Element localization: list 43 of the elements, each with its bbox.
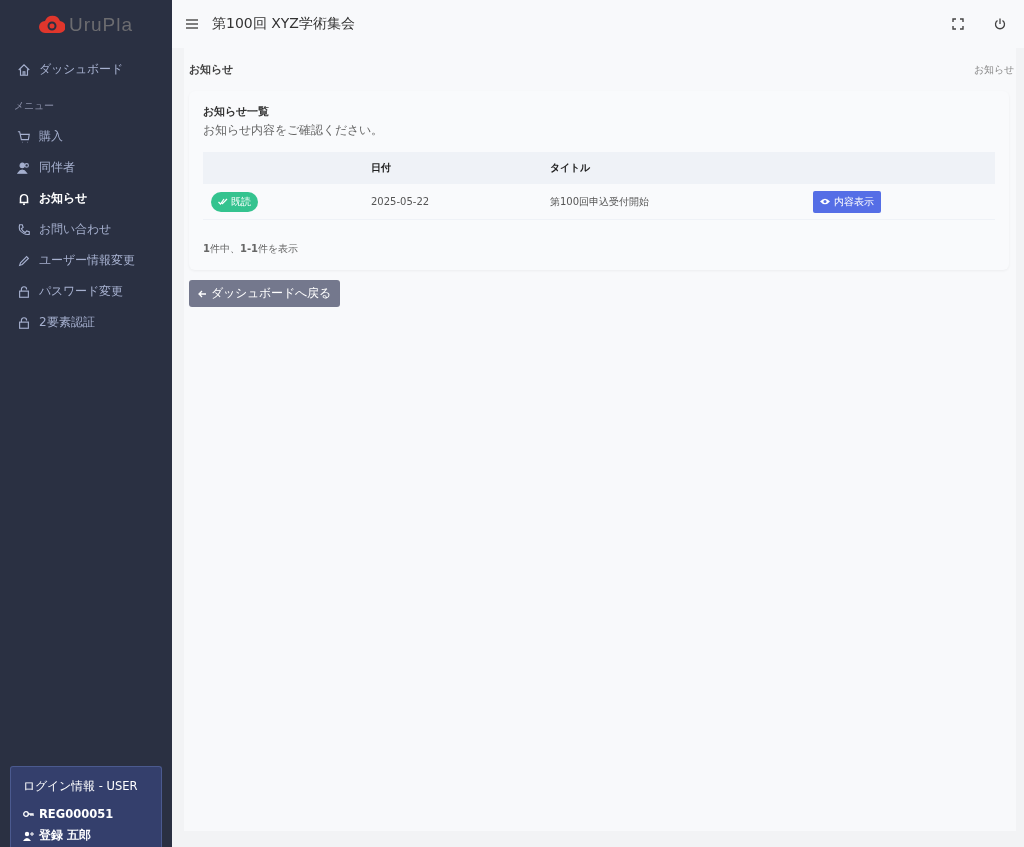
user-icon <box>23 830 34 841</box>
users-icon <box>17 160 31 175</box>
phone-icon <box>17 222 31 237</box>
menu-icon[interactable] <box>186 19 198 29</box>
breadcrumb-link[interactable]: お知らせ <box>974 62 1014 77</box>
page-title: お知らせ <box>189 62 233 77</box>
cart-icon <box>17 129 31 144</box>
eye-icon <box>820 198 830 205</box>
column-header: タイトル <box>550 162 590 173</box>
bell-icon <box>17 191 31 206</box>
view-content-button[interactable]: 内容表示 <box>813 190 881 213</box>
power-icon[interactable] <box>994 18 1006 30</box>
key-icon <box>23 810 34 818</box>
column-header: 日付 <box>371 162 391 173</box>
sidebar-item[interactable]: パスワード変更 <box>0 276 172 307</box>
cloud-logo-icon <box>38 15 65 35</box>
lock-icon <box>17 315 31 330</box>
sidebar-item[interactable]: お知らせ <box>0 183 172 214</box>
sidebar-item[interactable]: 同伴者 <box>0 152 172 183</box>
back-to-dashboard-button[interactable]: ダッシュボードへ戻る <box>189 280 340 307</box>
sidebar-item[interactable]: お問い合わせ <box>0 214 172 245</box>
double-check-icon <box>218 198 228 205</box>
event-title: 第100回 XYZ学術集会 <box>212 15 355 33</box>
menu-section-label: メニュー <box>13 99 55 113</box>
user-name: 登録 五郎 <box>39 828 91 843</box>
card-title: お知らせ一覧 <box>203 105 270 119</box>
fullscreen-icon[interactable] <box>952 18 964 30</box>
status-badge: 既読 <box>211 191 258 212</box>
home-icon <box>17 62 31 77</box>
user-id: REG000051 <box>39 807 114 821</box>
pencil-icon <box>17 253 31 268</box>
card-subtitle: お知らせ内容をご確認ください。 <box>203 123 384 138</box>
sidebar-item[interactable]: ユーザー情報変更 <box>0 245 172 276</box>
arrow-left-icon <box>198 289 206 298</box>
logo-text: UruPla <box>68 14 134 36</box>
login-info-title: ログイン情報 - USER <box>23 779 139 794</box>
sidebar-item[interactable]: ダッシュボード <box>0 54 172 85</box>
sidebar-item[interactable]: 購入 <box>0 121 172 152</box>
sidebar-item[interactable]: 2要素認証 <box>0 307 172 338</box>
table-cell: 第100回申込受付開始 <box>550 195 650 207</box>
lock-icon <box>17 284 31 299</box>
table-cell: 2025-05-22 <box>371 196 430 207</box>
pagination-summary: 1件中、1-1件を表示 <box>203 242 300 256</box>
